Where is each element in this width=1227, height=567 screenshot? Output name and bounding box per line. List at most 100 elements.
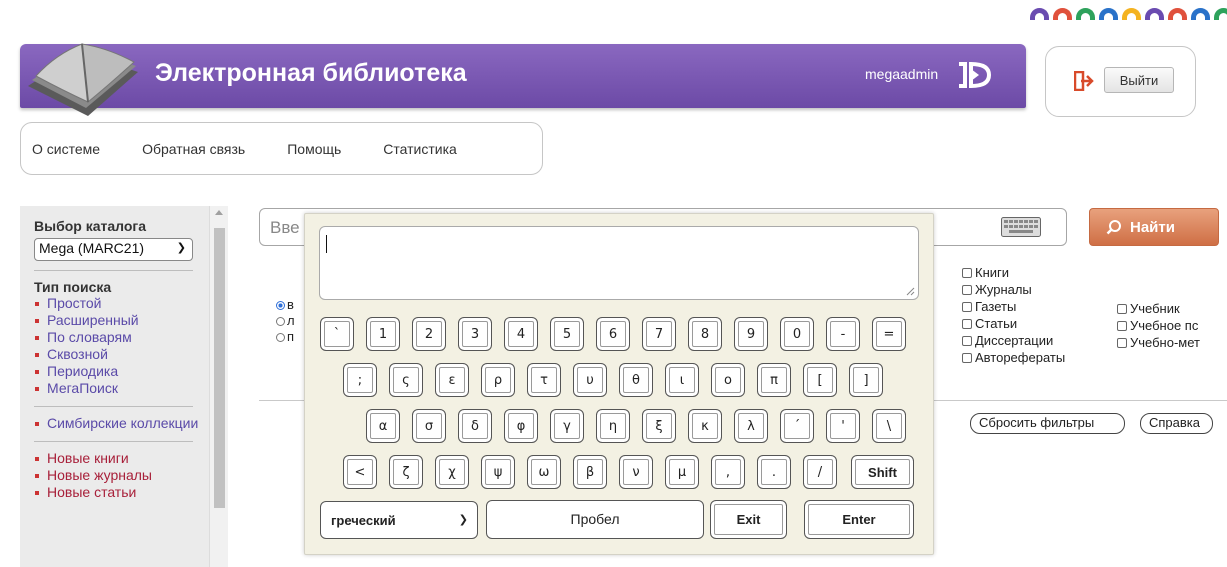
- radio-option[interactable]: п: [276, 329, 295, 345]
- keyboard-key[interactable]: 9: [734, 317, 768, 351]
- user-profile-icon[interactable]: [955, 58, 993, 92]
- keyboard-key[interactable]: <: [343, 455, 377, 489]
- checkbox-journals[interactable]: Журналы: [962, 281, 1065, 298]
- enter-key[interactable]: Enter: [804, 500, 914, 539]
- sidebar-item-new-journals[interactable]: Новые журналы: [34, 467, 206, 484]
- keyboard-key[interactable]: ρ: [481, 363, 515, 397]
- checkbox[interactable]: [962, 302, 972, 312]
- radio-dot[interactable]: [276, 316, 285, 326]
- keyboard-key[interactable]: =: [872, 317, 906, 351]
- checkbox[interactable]: [962, 319, 972, 329]
- checkbox[interactable]: [962, 285, 972, 295]
- keyboard-key[interactable]: ς: [389, 363, 423, 397]
- nav-about[interactable]: О системе: [32, 141, 100, 157]
- scroll-up-arrow-icon[interactable]: [215, 210, 223, 215]
- keyboard-key[interactable]: ,: [711, 455, 745, 489]
- checkbox[interactable]: [962, 268, 972, 278]
- keyboard-key[interactable]: 0: [780, 317, 814, 351]
- keyboard-key[interactable]: π: [757, 363, 791, 397]
- sidebar-item-simbirsk-collections[interactable]: Симбирские коллекции: [34, 415, 206, 432]
- help-button[interactable]: Справка: [1140, 413, 1213, 434]
- sidebar-item-cross-search[interactable]: Сквозной: [34, 346, 206, 363]
- keyboard-key[interactable]: α: [366, 409, 400, 443]
- keyboard-key[interactable]: η: [596, 409, 630, 443]
- keyboard-key[interactable]: φ: [504, 409, 538, 443]
- keyboard-key[interactable]: ζ: [389, 455, 423, 489]
- keyboard-key[interactable]: μ: [665, 455, 699, 489]
- shift-key[interactable]: Shift: [851, 455, 914, 489]
- reset-filters-button[interactable]: Сбросить фильтры: [970, 413, 1125, 434]
- sidebar-item-megasearch[interactable]: МегаПоиск: [34, 380, 206, 397]
- keyboard-key[interactable]: /: [803, 455, 837, 489]
- checkbox-newspapers[interactable]: Газеты: [962, 298, 1065, 315]
- checkbox-dissertations[interactable]: Диссертации: [962, 332, 1065, 349]
- keyboard-key[interactable]: [: [803, 363, 837, 397]
- space-key[interactable]: Пробел: [486, 500, 704, 539]
- sidebar-item-extended[interactable]: Расширенный: [34, 312, 206, 329]
- checkbox-abstracts[interactable]: Авторефераты: [962, 349, 1065, 366]
- keyboard-key[interactable]: χ: [435, 455, 469, 489]
- keyboard-key[interactable]: `: [320, 317, 354, 351]
- keyboard-key[interactable]: λ: [734, 409, 768, 443]
- checkbox[interactable]: [1117, 338, 1127, 348]
- search-button[interactable]: Найти: [1089, 208, 1219, 246]
- keyboard-key[interactable]: ε: [435, 363, 469, 397]
- keyboard-key[interactable]: 7: [642, 317, 676, 351]
- keyboard-key[interactable]: ο: [711, 363, 745, 397]
- sidebar-scrollbar[interactable]: [209, 206, 228, 567]
- keyboard-key[interactable]: 1: [366, 317, 400, 351]
- radio-dot[interactable]: [276, 300, 285, 310]
- keyboard-key[interactable]: ν: [619, 455, 653, 489]
- keyboard-key[interactable]: ι: [665, 363, 699, 397]
- sidebar-item-periodicals[interactable]: Периодика: [34, 363, 206, 380]
- checkbox-methodical[interactable]: Учебно-мет: [1117, 334, 1200, 351]
- exit-key[interactable]: Exit: [710, 500, 787, 539]
- keyboard-key[interactable]: ': [826, 409, 860, 443]
- sidebar-item-new-articles[interactable]: Новые статьи: [34, 484, 206, 501]
- keyboard-key[interactable]: ω: [527, 455, 561, 489]
- keyboard-key[interactable]: 3: [458, 317, 492, 351]
- keyboard-language-select[interactable]: греческий ❯: [320, 501, 478, 539]
- checkbox[interactable]: [962, 336, 972, 346]
- checkbox[interactable]: [1117, 321, 1127, 331]
- nav-statistics[interactable]: Статистика: [383, 141, 457, 157]
- radio-dot[interactable]: [276, 332, 285, 342]
- sidebar-item-simple[interactable]: Простой: [34, 295, 206, 312]
- scrollbar-thumb[interactable]: [214, 228, 225, 508]
- keyboard-key[interactable]: θ: [619, 363, 653, 397]
- keyboard-text-area[interactable]: [319, 226, 919, 300]
- sidebar-item-dictionaries[interactable]: По словарям: [34, 329, 206, 346]
- nav-help[interactable]: Помощь: [287, 141, 341, 157]
- keyboard-key[interactable]: 6: [596, 317, 630, 351]
- keyboard-key[interactable]: σ: [412, 409, 446, 443]
- keyboard-key[interactable]: -: [826, 317, 860, 351]
- keyboard-key[interactable]: ΄: [780, 409, 814, 443]
- keyboard-key[interactable]: 4: [504, 317, 538, 351]
- keyboard-key[interactable]: .: [757, 455, 791, 489]
- keyboard-key[interactable]: γ: [550, 409, 584, 443]
- keyboard-key[interactable]: δ: [458, 409, 492, 443]
- keyboard-icon[interactable]: [1001, 217, 1041, 237]
- keyboard-key[interactable]: ;: [343, 363, 377, 397]
- checkbox-study-guide[interactable]: Учебное пс: [1117, 317, 1200, 334]
- checkbox-books[interactable]: Книги: [962, 264, 1065, 281]
- checkbox[interactable]: [1117, 304, 1127, 314]
- keyboard-key[interactable]: 2: [412, 317, 446, 351]
- radio-option[interactable]: л: [276, 313, 295, 329]
- keyboard-key[interactable]: β: [573, 455, 607, 489]
- keyboard-key[interactable]: 5: [550, 317, 584, 351]
- keyboard-key[interactable]: τ: [527, 363, 561, 397]
- checkbox[interactable]: [962, 353, 972, 363]
- logout-button[interactable]: Выйти: [1104, 67, 1174, 93]
- radio-option[interactable]: в: [276, 297, 295, 313]
- checkbox-articles[interactable]: Статьи: [962, 315, 1065, 332]
- catalog-select[interactable]: Mega (MARC21) ❯: [34, 238, 193, 261]
- keyboard-key[interactable]: ψ: [481, 455, 515, 489]
- sidebar-item-new-books[interactable]: Новые книги: [34, 450, 206, 467]
- keyboard-key[interactable]: υ: [573, 363, 607, 397]
- keyboard-key[interactable]: ]: [849, 363, 883, 397]
- checkbox-textbook[interactable]: Учебник: [1117, 300, 1200, 317]
- resize-handle-icon[interactable]: [906, 287, 915, 296]
- keyboard-key[interactable]: κ: [688, 409, 722, 443]
- keyboard-key[interactable]: ξ: [642, 409, 676, 443]
